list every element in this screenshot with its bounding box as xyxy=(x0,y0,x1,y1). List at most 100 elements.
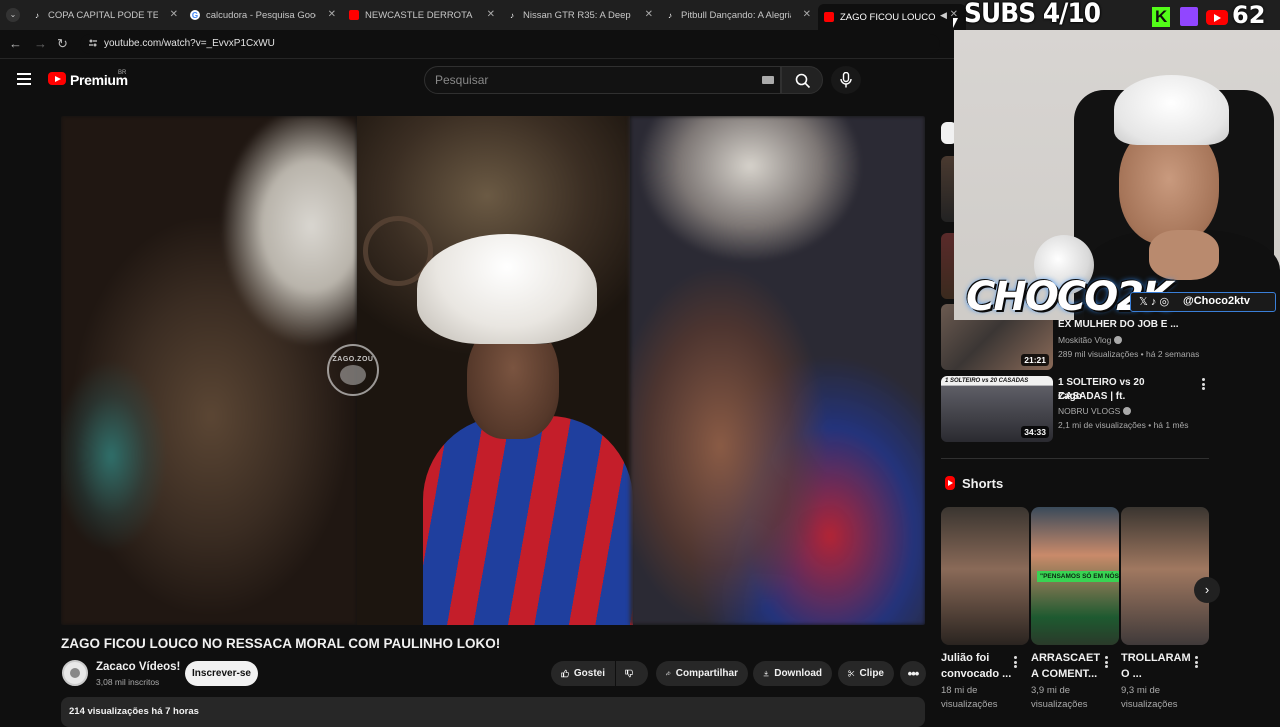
channel-name[interactable]: Zacaco Vídeos! xyxy=(96,661,180,673)
shorts-heading: Shorts xyxy=(962,476,1004,491)
short-title-line1[interactable]: Julião foi xyxy=(941,650,1015,666)
download-icon xyxy=(763,670,769,677)
short-title-line2[interactable]: A COMENT... xyxy=(1031,666,1105,682)
short-views-line1: 18 mi de xyxy=(941,685,978,696)
share-icon xyxy=(666,670,671,676)
more-actions-button[interactable]: ••• xyxy=(900,661,926,686)
shorts-icon xyxy=(945,476,955,490)
tab-title: Pitbull Dançando: A Alegria do xyxy=(681,9,791,21)
tab-title: ZAGO FICOU LOUCO NO RE xyxy=(840,11,936,23)
search-input[interactable] xyxy=(435,73,735,87)
viewer-count: 62 xyxy=(1232,1,1266,29)
youtube-icon xyxy=(349,10,359,20)
channel-watermark: ZAGO.ZOU xyxy=(327,344,379,396)
channel-name: NOBRU VLOGS xyxy=(1058,406,1121,416)
like-button[interactable]: Gostei xyxy=(551,661,615,686)
browser-tab[interactable]: G calcudora - Pesquisa Google ✕ xyxy=(190,4,338,26)
twitch-icon xyxy=(1180,7,1198,26)
channel-avatar[interactable] xyxy=(62,660,88,686)
clip-button[interactable]: Clipe xyxy=(838,661,894,686)
short-views-line2: visualizações xyxy=(1031,699,1088,710)
close-icon[interactable]: ✕ xyxy=(803,9,811,20)
video-title-line2[interactable]: Zago xyxy=(1058,390,1194,404)
video-frame-right-blur xyxy=(630,116,925,625)
close-icon[interactable]: ✕ xyxy=(645,9,653,20)
video-frame-left-blur xyxy=(61,116,357,625)
social-handle: @Choco2ktv xyxy=(1183,295,1250,307)
browser-tab[interactable]: NEWCASTLE DERROTA MANCH ✕ xyxy=(349,4,497,26)
url-field[interactable]: youtube.com/watch?v=_EvvxP1CxWU xyxy=(80,34,940,54)
close-icon[interactable]: ✕ xyxy=(170,9,178,20)
short-thumbnail[interactable] xyxy=(1121,507,1209,645)
dislike-button[interactable] xyxy=(616,661,648,686)
back-button[interactable]: ← xyxy=(9,36,22,51)
verified-icon xyxy=(1114,336,1123,344)
thumbnail-caption: 1 SOLTEIRO vs 20 CASADAS xyxy=(945,378,1029,384)
browser-tab[interactable]: ♪ COPA CAPITAL PODE TER O MA ✕ xyxy=(32,4,180,26)
search-box xyxy=(424,66,781,94)
close-icon[interactable]: ✕ xyxy=(328,9,336,20)
video-thumbnail[interactable] xyxy=(941,156,954,222)
browser-tab[interactable]: ♪ Pitbull Dançando: A Alegria do ✕ xyxy=(665,4,813,26)
youtube-logo-icon[interactable] xyxy=(48,72,66,85)
short-title-line2[interactable]: O ... xyxy=(1121,666,1195,682)
more-vertical-icon[interactable] xyxy=(1105,656,1108,668)
tiktok-icon: ♪ xyxy=(668,10,672,20)
view-count-and-date: 214 visualizações há 7 horas xyxy=(69,706,199,717)
site-info-icon[interactable] xyxy=(88,38,98,48)
subscribe-button[interactable]: Inscrever-se xyxy=(185,661,258,686)
tab-list-button[interactable]: ⌄ xyxy=(6,8,20,22)
close-icon[interactable]: ✕ xyxy=(487,9,495,20)
video-duration: 34:33 xyxy=(1021,426,1049,438)
tab-title: calcudora - Pesquisa Google xyxy=(206,9,316,21)
browser-tab[interactable]: ♪ Nissan GTR R35: A Deep Dive ✕ xyxy=(507,4,655,26)
download-label: Download xyxy=(774,668,822,679)
more-vertical-icon[interactable] xyxy=(1202,378,1205,390)
video-channel[interactable]: NOBRU VLOGS xyxy=(1058,406,1132,416)
search-icon xyxy=(795,73,811,89)
short-thumbnail[interactable] xyxy=(941,507,1029,645)
short-title-line1[interactable]: TROLLARAM xyxy=(1121,650,1195,666)
tab-title: NEWCASTLE DERROTA MANCH xyxy=(365,9,475,21)
share-label: Compartilhar xyxy=(675,668,738,679)
streamer-hand xyxy=(1149,230,1219,280)
reload-button[interactable]: ↻ xyxy=(57,36,68,52)
tab-title: Nissan GTR R35: A Deep Dive xyxy=(523,9,633,21)
search-button[interactable] xyxy=(781,66,823,94)
more-vertical-icon[interactable] xyxy=(1195,656,1198,668)
download-button[interactable]: Download xyxy=(753,661,832,686)
person-shirt xyxy=(423,416,633,625)
chevron-right-icon[interactable]: › xyxy=(1194,577,1220,603)
video-player[interactable]: ZAGO.ZOU xyxy=(61,116,925,625)
short-title-line2[interactable]: convocado ... xyxy=(941,666,1015,682)
kick-icon xyxy=(1152,7,1170,27)
share-button[interactable]: Compartilhar xyxy=(656,661,748,686)
tab-title: COPA CAPITAL PODE TER O MA xyxy=(48,9,158,21)
video-meta: 289 mil visualizações • há 2 semanas xyxy=(1058,349,1200,359)
browser-tab-active[interactable]: ZAGO FICOU LOUCO NO RE ◀ ✕ xyxy=(818,4,966,30)
short-views-line1: 9,3 mi de xyxy=(1121,685,1161,696)
keyboard-icon[interactable] xyxy=(762,76,774,84)
video-duration: 21:21 xyxy=(1021,354,1049,366)
microphone-icon xyxy=(840,72,852,88)
youtube-icon xyxy=(824,12,834,22)
person-hat xyxy=(417,234,597,344)
video-title[interactable]: EX MULHER DO JOB E ... xyxy=(1058,318,1194,332)
forward-button[interactable]: → xyxy=(34,36,47,51)
voice-search-button[interactable] xyxy=(831,66,861,94)
like-label: Gostei xyxy=(573,668,605,679)
short-title-line1[interactable]: ARRASCAET xyxy=(1031,650,1105,666)
more-vertical-icon[interactable] xyxy=(1014,656,1017,668)
more-horizontal-icon: ••• xyxy=(907,666,920,681)
tiktok-icon: ♪ xyxy=(35,10,39,20)
speaker-icon[interactable]: ◀ xyxy=(940,10,947,21)
watermark-face-icon xyxy=(340,364,366,385)
channel-name: Moskitão Vlog xyxy=(1058,335,1112,345)
url-text: youtube.com/watch?v=_EvvxP1CxWU xyxy=(104,38,275,49)
video-channel[interactable]: Moskitão Vlog xyxy=(1058,335,1123,345)
video-thumbnail[interactable]: 1 SOLTEIRO vs 20 CASADAS 34:33 xyxy=(941,376,1053,442)
hamburger-menu-icon[interactable] xyxy=(17,73,31,85)
video-thumbnail[interactable] xyxy=(941,233,954,299)
thumbnail-caption: "PENSAMOS SÓ EM NÓS" xyxy=(1037,571,1119,582)
short-thumbnail[interactable]: "PENSAMOS SÓ EM NÓS" xyxy=(1031,507,1119,645)
